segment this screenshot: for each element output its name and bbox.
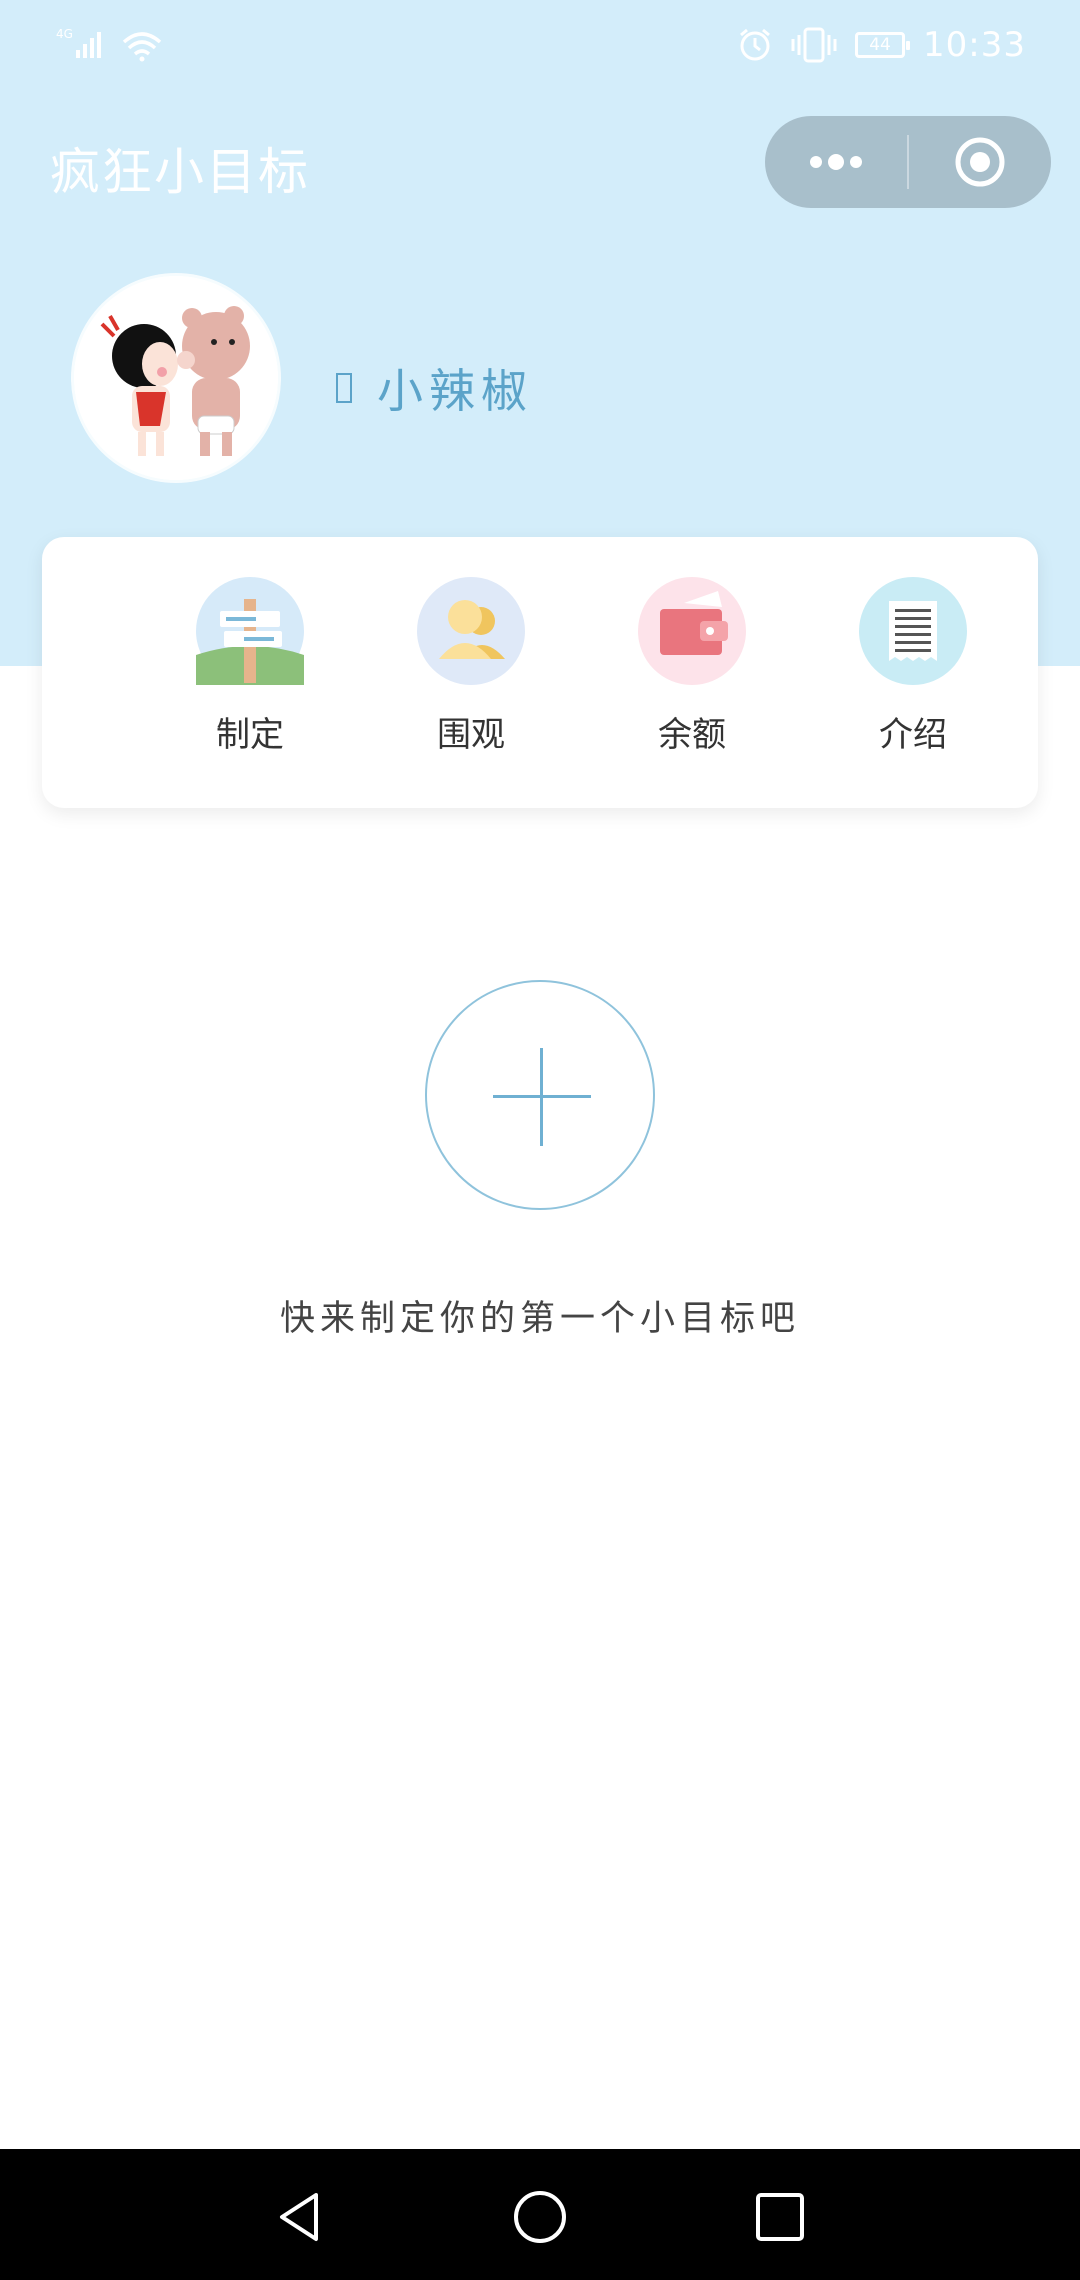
menu-item-balance[interactable]: 余额	[612, 577, 772, 756]
menu-label-intro: 介绍	[879, 715, 947, 755]
status-right: 44 10:33	[737, 22, 1026, 68]
menu-label-balance: 余额	[658, 715, 726, 755]
gender-icon	[336, 373, 352, 403]
menu-item-create[interactable]: 制定	[170, 577, 330, 756]
home-circle-icon	[514, 2191, 566, 2243]
user-info: 小辣椒	[335, 355, 533, 421]
menu-label-create: 制定	[216, 715, 284, 755]
menu-item-watch[interactable]: 围观	[391, 577, 551, 756]
recents-button[interactable]	[740, 2177, 820, 2257]
vibrate-icon	[791, 27, 837, 63]
menu-item-intro[interactable]: 介绍	[833, 577, 993, 756]
back-button[interactable]	[260, 2177, 340, 2257]
mini-program-capsule	[765, 116, 1051, 208]
signpost-icon	[196, 577, 304, 685]
page-title: 疯狂小目标	[50, 143, 310, 201]
more-dots-icon	[810, 154, 862, 170]
network-type: 4G	[56, 27, 73, 41]
add-goal-button[interactable]	[425, 980, 655, 1210]
signal-wifi-icon: 4G	[56, 27, 162, 62]
menu-card: 制定 围观 余额 介绍	[42, 537, 1038, 808]
system-navigation-bar	[0, 2149, 1080, 2280]
document-icon	[859, 577, 967, 685]
status-bar: 4G 44 10:33	[0, 0, 1080, 90]
users-icon	[417, 577, 525, 685]
empty-state-message: 快来制定你的第一个小目标吧	[279, 1299, 800, 1339]
avatar[interactable]	[74, 276, 278, 480]
recents-square-icon	[756, 2193, 804, 2241]
avatar-illustration	[74, 276, 278, 480]
target-circle-icon	[955, 137, 1005, 187]
more-button[interactable]	[765, 116, 907, 208]
battery-icon: 44	[855, 32, 911, 58]
battery-level: 44	[869, 34, 891, 55]
home-button[interactable]	[500, 2177, 580, 2257]
menu-label-watch: 围观	[437, 715, 505, 755]
close-miniprogram-button[interactable]	[909, 116, 1051, 208]
back-triangle-icon	[280, 2193, 318, 2241]
alarm-icon	[740, 28, 770, 61]
wallet-icon	[638, 577, 746, 685]
username: 小辣椒	[377, 364, 533, 418]
app-screen: 4G 44 10:33 疯狂小目标 小辣椒 制定 围观 余额 介绍 快来制定你的…	[0, 0, 1080, 2280]
status-time: 10:33	[923, 25, 1026, 65]
plus-icon-vertical	[540, 1048, 543, 1146]
status-left: 4G	[56, 24, 166, 64]
